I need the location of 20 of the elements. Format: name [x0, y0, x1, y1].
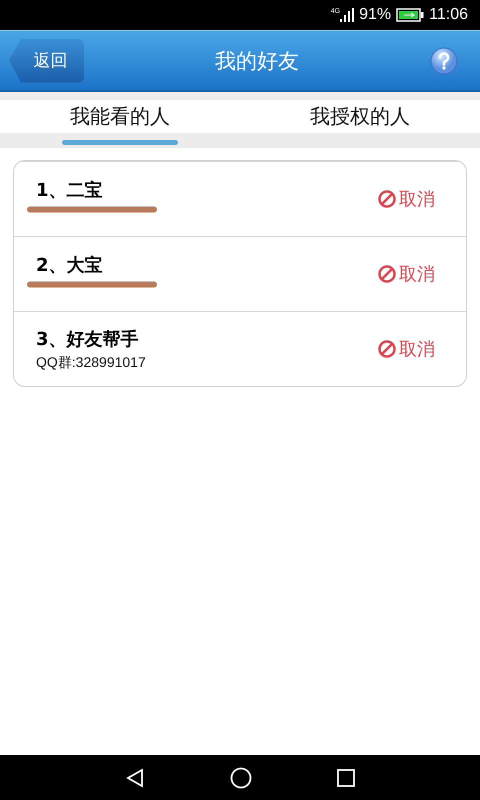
cancel-button[interactable]: 取消	[377, 187, 435, 211]
page-title: 我的好友	[215, 48, 299, 74]
friend-name: 2、大宝	[36, 254, 104, 277]
battery-icon	[396, 8, 424, 22]
prohibited-icon	[377, 189, 397, 209]
cancel-button[interactable]: 取消	[377, 337, 435, 361]
battery-percent: 91%	[359, 6, 392, 24]
clock: 11:06	[429, 6, 468, 24]
back-button[interactable]: 返回	[9, 38, 84, 82]
help-icon[interactable]	[430, 46, 458, 74]
friend-detail: QQ群:328991017	[36, 354, 147, 372]
signal-icon	[340, 8, 354, 22]
home-nav-icon[interactable]	[230, 766, 252, 788]
friend-name: 1、二宝	[36, 179, 104, 202]
cancel-button[interactable]: 取消	[377, 262, 435, 286]
recents-nav-icon[interactable]	[337, 768, 355, 786]
back-nav-icon[interactable]	[125, 768, 145, 788]
friend-name: 3、好友帮手	[36, 328, 140, 350]
prohibited-icon	[377, 339, 397, 359]
prohibited-icon	[377, 264, 397, 284]
